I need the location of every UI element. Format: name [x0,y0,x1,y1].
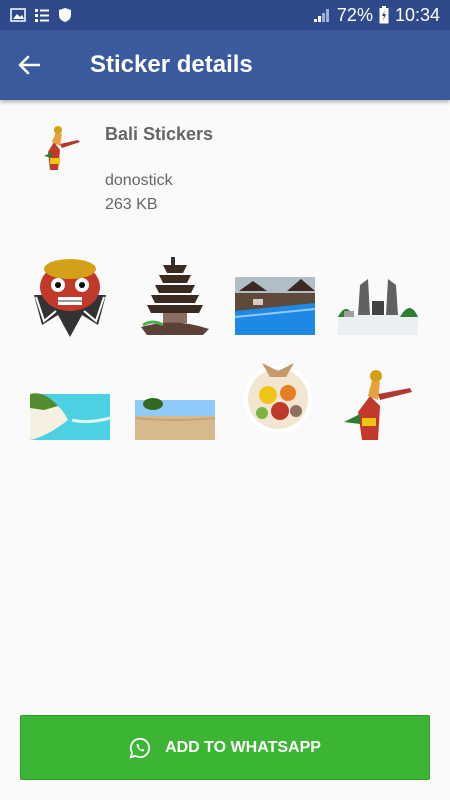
sticker-resort-pool[interactable] [233,255,317,339]
sticker-beach-rock[interactable] [133,360,217,444]
app-bar: Sticker details [0,30,450,100]
battery-icon [379,6,389,24]
whatsapp-icon [129,737,151,758]
list-notification-icon [35,9,49,22]
back-button[interactable] [0,30,58,100]
add-to-whatsapp-label: ADD TO WHATSAPP [165,738,321,756]
pack-name: Bali Stickers [105,124,214,144]
pack-size: 263 KB [105,196,158,213]
signal-icon [313,9,329,22]
image-notification-icon [10,8,26,22]
sticker-temple-gate[interactable] [336,255,420,339]
shield-notification-icon [59,8,71,22]
sticker-food-platter[interactable] [236,355,320,439]
add-to-whatsapp-button[interactable]: ADD TO WHATSAPP [20,715,430,780]
battery-percent: 72% [336,4,373,25]
pack-tray-icon [44,126,80,170]
sticker-barong-mask[interactable] [28,255,112,339]
sticker-balinese-dancer[interactable] [336,360,420,444]
pack-author: donostick [105,172,173,189]
sticker-temple-pagoda[interactable] [133,255,217,339]
status-bar: 72% 10:34 [0,0,450,30]
arrow-back-icon [18,55,40,75]
sticker-beach-coast[interactable] [28,360,112,444]
page-title: Sticker details [90,51,253,78]
clock: 10:34 [394,4,440,25]
